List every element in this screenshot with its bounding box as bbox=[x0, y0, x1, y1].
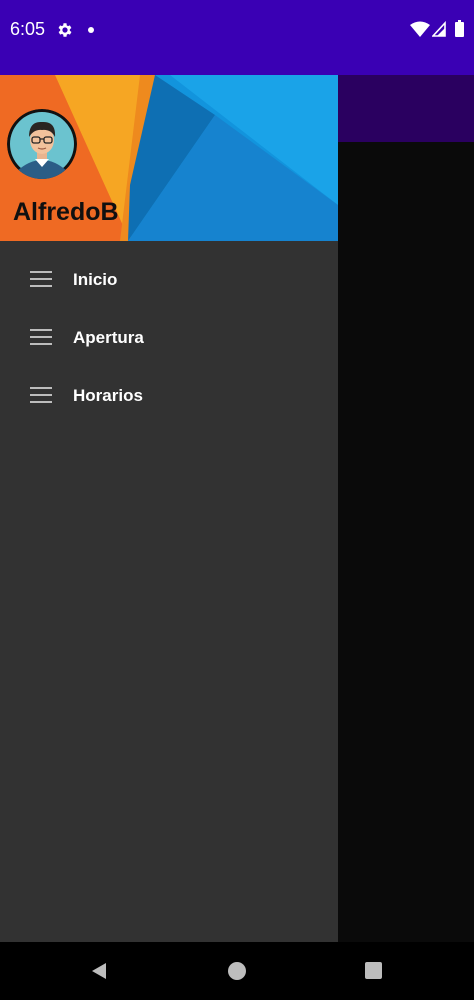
gear-icon bbox=[58, 23, 72, 37]
signal-icon bbox=[432, 21, 446, 37]
menu-item-label: Inicio bbox=[73, 270, 118, 289]
drawer-header: AlfredoB bbox=[0, 75, 338, 241]
recents-icon[interactable] bbox=[365, 962, 382, 979]
home-icon[interactable] bbox=[228, 962, 246, 980]
menu-item-horarios[interactable]: Horarios bbox=[0, 357, 338, 415]
status-bar: 6:05 bbox=[0, 0, 474, 75]
menu-item-inicio[interactable]: Inicio bbox=[0, 241, 338, 299]
menu-lines-icon bbox=[30, 329, 52, 345]
notification-dot-icon bbox=[88, 27, 94, 33]
menu-item-label: Horarios bbox=[73, 386, 143, 405]
wifi-icon bbox=[410, 21, 430, 37]
user-name: AlfredoB bbox=[13, 198, 119, 226]
system-nav-bar bbox=[0, 942, 474, 1000]
menu-item-label: Apertura bbox=[73, 328, 144, 347]
menu-lines-icon bbox=[30, 387, 52, 403]
menu-lines-icon bbox=[30, 271, 52, 287]
user-avatar-icon[interactable] bbox=[7, 109, 77, 179]
navigation-drawer: AlfredoB Inicio Apertura Horarios bbox=[0, 75, 338, 942]
phone-screen: 6:05 AlfredoB Inicio Apertura Horarios bbox=[0, 0, 474, 1000]
back-icon[interactable] bbox=[90, 962, 108, 980]
status-time: 6:05 bbox=[10, 19, 46, 39]
battery-icon bbox=[455, 20, 464, 37]
menu-item-apertura[interactable]: Apertura bbox=[0, 299, 338, 357]
drawer-menu: Inicio Apertura Horarios bbox=[0, 241, 338, 415]
